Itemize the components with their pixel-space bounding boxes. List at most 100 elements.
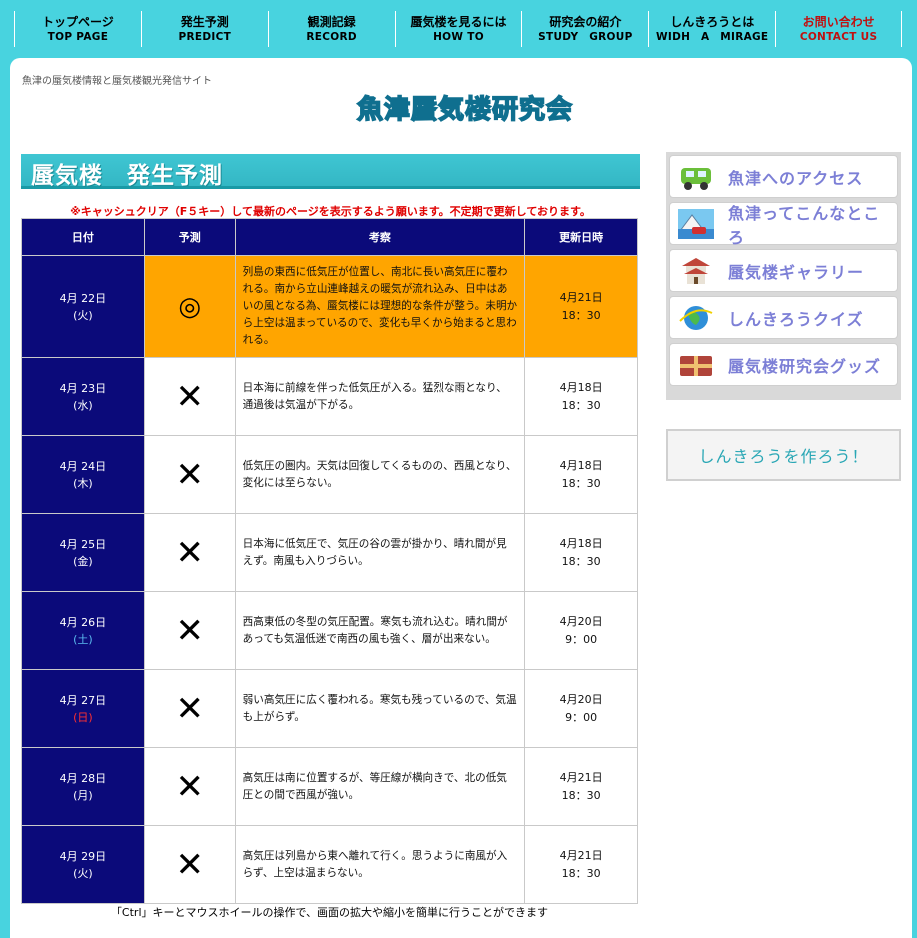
car-icon (681, 167, 711, 190)
table-row: 4月 27日 (日) ✕ 弱い高気圧に広く覆われる。寒気も残っているので、気温も上… (21, 669, 638, 748)
date-cell: 4月 24日 (木) (21, 435, 145, 514)
prediction-cell: ✕ (143, 357, 236, 436)
date-text: 4月 27日 (59, 693, 107, 707)
cross-icon: ✕ (175, 766, 204, 807)
updated-time: 18：30 (561, 554, 601, 568)
nav-label-en: TOP PAGE (47, 30, 109, 43)
globe-icon (679, 305, 713, 330)
note-cell: 高気圧は南に位置するが、等圧線が横向きで、北の低気圧との間で西風が強い。 (234, 747, 526, 826)
table-row: 4月 26日 (土) ✕ 西高東低の冬型の気圧配置。寒気も流れ込む。晴れ間があって… (21, 591, 638, 670)
table-row: 4月 23日 (水) ✕ 日本海に前線を伴った低気圧が入る。猛烈な雨となり、通過後… (21, 357, 638, 436)
nav-label-jp: 蜃気楼を見るには (410, 14, 507, 29)
nav-label-jp: トップページ (42, 14, 114, 29)
sidebar-item-access[interactable]: 魚津へのアクセス (669, 155, 898, 198)
nav-label-jp: お問い合わせ (802, 14, 875, 29)
note-cell: 弱い高気圧に広く覆われる。寒気も残っているので、気温も上がらず。 (234, 669, 526, 748)
updated-cell: 4月18日 18：30 (524, 357, 638, 436)
updated-time: 9：00 (565, 710, 598, 724)
prediction-cell: ✕ (143, 747, 236, 826)
nav-label-en: RECORD (306, 30, 357, 43)
nav-label-en: HOW TO (433, 30, 484, 43)
cross-icon: ✕ (175, 454, 204, 495)
page-heading-bar: 蜃気楼 発生予測 (21, 154, 640, 189)
sidebar-item-quiz[interactable]: しんきろうクイズ (669, 296, 898, 339)
updated-date: 4月18日 (559, 458, 603, 472)
table-row: 4月 24日 (木) ✕ 低気圧の圏内。天気は回復してくるものの、西風となり、変化… (21, 435, 638, 514)
sidebar-item-gallery[interactable]: 蜃気楼ギャラリー (669, 249, 898, 292)
prediction-cell: ✕ (143, 825, 236, 904)
date-cell: 4月 28日 (月) (21, 747, 145, 826)
zoom-hint: 「Ctrl」キーとマウスホイールの操作で、画面の拡大や縮小を簡単に行うことができ… (110, 906, 549, 919)
table-row: 4月 28日 (月) ✕ 高気圧は南に位置するが、等圧線が横向きで、北の低気圧との… (21, 747, 638, 826)
updated-date: 4月18日 (559, 536, 603, 550)
sidebar-item-label: 魚津へのアクセス (728, 168, 864, 188)
cross-icon: ✕ (175, 610, 204, 651)
prediction-cell: ✕ (143, 513, 236, 592)
make-mirage-label: しんきろうを作ろう！ (698, 447, 869, 466)
date-cell: 4月 23日 (水) (21, 357, 145, 436)
sidebar-item-about-uozu[interactable]: 魚津ってこんなところ (669, 202, 898, 247)
nav-record[interactable]: 観測記録 RECORD (267, 11, 395, 47)
updated-time: 18：30 (561, 476, 601, 490)
landscape-icon (678, 208, 714, 239)
gift-icon (680, 355, 712, 376)
day-of-week: (火) (73, 308, 93, 322)
date-cell: 4月 27日 (日) (21, 669, 145, 748)
sidebar-item-label: しんきろうクイズ (728, 309, 864, 329)
cross-icon: ✕ (175, 376, 204, 417)
nav-label-jp: 観測記録 (307, 14, 356, 29)
day-of-week: (火) (73, 866, 93, 880)
sidebar-item-goods[interactable]: 蜃気楼研究会グッズ (669, 343, 898, 386)
date-text: 4月 24日 (59, 459, 107, 473)
date-text: 4月 28日 (59, 771, 107, 785)
nav-contact[interactable]: お問い合わせ CONTACT US (775, 11, 903, 47)
sidebar-item-label: 蜃気楼研究会グッズ (728, 356, 882, 376)
updated-time: 9：00 (565, 632, 598, 646)
nav-study-group[interactable]: 研究会の紹介 STUDY GROUP (521, 11, 648, 47)
updated-cell: 4月20日 9：00 (524, 669, 638, 748)
site-logo[interactable]: 魚津蜃気楼研究会 (345, 91, 585, 127)
updated-cell: 4月18日 18：30 (524, 513, 638, 592)
updated-time: 18：30 (561, 788, 601, 802)
nav-predict[interactable]: 発生予測 PREDICT (140, 11, 268, 47)
updated-date: 4月18日 (559, 380, 603, 394)
double-circle-icon: ◎ (178, 291, 202, 322)
svg-text:魚津蜃気楼研究会: 魚津蜃気楼研究会 (357, 94, 573, 125)
updated-date: 4月20日 (559, 614, 603, 628)
date-text: 4月 25日 (59, 537, 107, 551)
prediction-cell: ✕ (143, 435, 236, 514)
prediction-cell: ✕ (143, 591, 236, 670)
nav-top-page[interactable]: トップページ TOP PAGE (14, 11, 141, 47)
note-cell: 高気圧は列島から東へ離れて行く。思うように南風が入らず、上空は温まらない。 (234, 825, 526, 904)
date-text: 4月 29日 (59, 849, 107, 863)
updated-time: 18：30 (561, 398, 601, 412)
make-mirage-button[interactable]: しんきろうを作ろう！ (666, 429, 901, 481)
cross-icon: ✕ (175, 532, 204, 573)
table-row: 4月 29日 (火) ✕ 高気圧は列島から東へ離れて行く。思うように南風が入らず、… (21, 825, 638, 904)
nav-label-jp: 発生予測 (180, 14, 229, 29)
updated-date: 4月21日 (559, 770, 603, 784)
nav-how-to[interactable]: 蜃気楼を見るには HOW TO (394, 11, 522, 47)
nav-label-en: PREDICT (178, 30, 232, 43)
sidebar-item-label: 蜃気楼ギャラリー (728, 262, 865, 282)
header-date: 日付 (21, 218, 145, 256)
header-notes: 考察 (234, 218, 526, 256)
header-updated: 更新日時 (524, 218, 638, 256)
cache-notice: ※キャッシュクリア（F５キー）して最新のページを表示するよう願います。不定期で更… (70, 205, 591, 218)
cross-icon: ✕ (175, 844, 204, 885)
nav-label-en: CONTACT US (799, 30, 878, 43)
table-header-row: 日付 予測 考察 更新日時 (21, 218, 638, 256)
updated-cell: 4月20日 9：00 (524, 591, 638, 670)
updated-time: 18：30 (561, 308, 601, 322)
header-prediction: 予測 (143, 218, 236, 256)
nav-label-en: STUDY GROUP (538, 30, 633, 43)
sidebar-item-label: 魚津ってこんなところ (728, 203, 881, 247)
updated-date: 4月21日 (559, 290, 603, 304)
top-nav: トップページ TOP PAGE 発生予測 PREDICT 観測記録 RECORD… (14, 11, 903, 47)
sidebar-menu: 魚津へのアクセス 魚津ってこんなところ 蜃気楼ギャラリー しんきろうクイズ 蜃気… (666, 152, 901, 400)
date-cell: 4月 26日 (土) (21, 591, 145, 670)
nav-about-mirage[interactable]: しんきろうとは WIDH A MIRAGE (648, 11, 775, 47)
site-tagline: 魚津の蜃気楼情報と蜃気楼観光発信サイト (22, 76, 212, 87)
prediction-cell: ◎ (143, 255, 236, 358)
updated-cell: 4月21日 18：30 (524, 255, 638, 358)
